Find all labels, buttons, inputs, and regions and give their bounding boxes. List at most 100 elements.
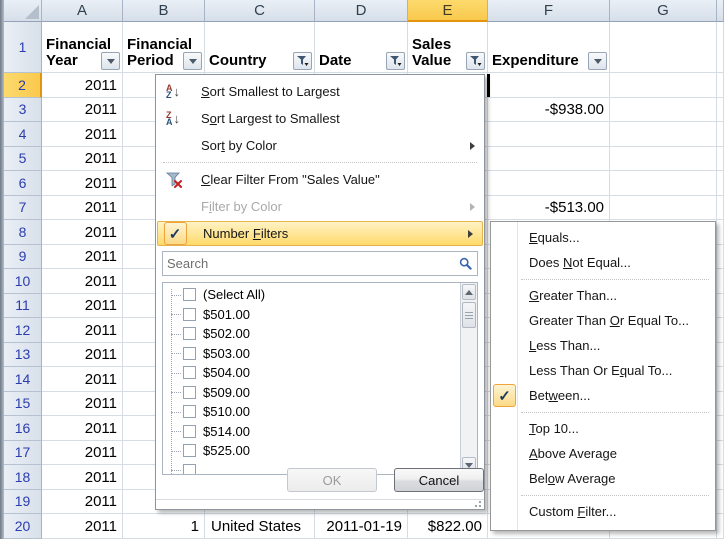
resize-grip-strip[interactable]: [156, 499, 484, 509]
cell-value-F7[interactable]: -$513.00: [488, 196, 610, 221]
row-header-18[interactable]: 18: [4, 465, 42, 490]
column-header-D[interactable]: D: [315, 0, 408, 22]
row-header-20[interactable]: 20: [4, 514, 42, 539]
list-scrollbar[interactable]: [460, 283, 477, 474]
cell-value-D20[interactable]: 2011-01-19: [315, 514, 408, 539]
dropdown-button-B[interactable]: [183, 52, 202, 70]
row-header-6[interactable]: 6: [4, 171, 42, 196]
filter-button-C[interactable]: [293, 52, 312, 70]
value-row-select-all[interactable]: (Select All): [163, 285, 460, 305]
cell-G6[interactable]: [610, 171, 717, 196]
checkbox-509-00[interactable]: [183, 386, 196, 399]
cell-value-A20[interactable]: 2011: [42, 514, 123, 539]
cell-value-A15[interactable]: 2011: [42, 392, 123, 417]
search-input[interactable]: [163, 256, 455, 271]
cell-value-F3[interactable]: -$938.00: [488, 98, 610, 123]
dropdown-button-F[interactable]: [588, 52, 607, 70]
cell-value-A14[interactable]: 2011: [42, 367, 123, 392]
value-row-514-00[interactable]: $514.00: [163, 422, 460, 442]
cancel-button[interactable]: Cancel: [394, 468, 484, 492]
cell-value-C20[interactable]: United States: [205, 514, 315, 539]
row-header-9[interactable]: 9: [4, 245, 42, 270]
magnifier-icon[interactable]: [455, 257, 477, 271]
scrollbar-thumb[interactable]: [462, 302, 476, 328]
submenu-item-below-average[interactable]: Below Average: [491, 466, 715, 491]
cell-G3[interactable]: [610, 98, 717, 123]
value-row-503-00[interactable]: $503.00: [163, 344, 460, 364]
cell-F4[interactable]: [488, 122, 610, 147]
cell-value-A4[interactable]: 2011: [42, 122, 123, 147]
row-header-17[interactable]: 17: [4, 441, 42, 466]
value-row-525-00[interactable]: $525.00: [163, 441, 460, 461]
cell-G2[interactable]: [610, 73, 717, 98]
cell-F6[interactable]: [488, 171, 610, 196]
cell-D1[interactable]: Date: [315, 22, 408, 73]
checkbox-504-00[interactable]: [183, 366, 196, 379]
submenu-item-greater-than-or-equal-to[interactable]: Greater Than Or Equal To...: [491, 308, 715, 333]
cell-A1[interactable]: Financial Year: [42, 22, 123, 73]
cell-value-A18[interactable]: 2011: [42, 465, 123, 490]
checkbox-525-00[interactable]: [183, 444, 196, 457]
cell-G1[interactable]: [610, 22, 717, 73]
submenu-item-less-than[interactable]: Less Than...: [491, 333, 715, 358]
cell-value-A11[interactable]: 2011: [42, 294, 123, 319]
checkbox-510-00[interactable]: [183, 405, 196, 418]
resize-grip[interactable]: [469, 501, 481, 507]
cell-value-A12[interactable]: 2011: [42, 318, 123, 343]
value-row-504-00[interactable]: $504.00: [163, 363, 460, 383]
row-header-1[interactable]: 1: [4, 22, 42, 73]
column-header-A[interactable]: A: [42, 0, 123, 22]
submenu-item-greater-than[interactable]: Greater Than...: [491, 283, 715, 308]
cell-C1[interactable]: Country: [205, 22, 315, 73]
value-row-502-00[interactable]: $502.00: [163, 324, 460, 344]
row-header-11[interactable]: 11: [4, 294, 42, 319]
cell-B1[interactable]: Financial Period: [123, 22, 205, 73]
cell-E1[interactable]: Sales Value: [408, 22, 488, 73]
row-header-5[interactable]: 5: [4, 147, 42, 172]
cell-F2[interactable]: [488, 73, 610, 98]
cell-value-A2[interactable]: 2011: [42, 73, 123, 98]
row-header-2[interactable]: 2: [4, 73, 42, 98]
value-row-501-00[interactable]: $501.00: [163, 305, 460, 325]
menu-item-sort-largest-to-smallest[interactable]: ZA↓Sort Largest to Smallest: [156, 105, 484, 132]
row-header-16[interactable]: 16: [4, 416, 42, 441]
row-header-4[interactable]: 4: [4, 122, 42, 147]
checkbox-502-00[interactable]: [183, 327, 196, 340]
checkbox-select-all[interactable]: [183, 288, 196, 301]
column-header-B[interactable]: B: [123, 0, 205, 22]
row-header-15[interactable]: 15: [4, 392, 42, 417]
submenu-item-does-not-equal[interactable]: Does Not Equal...: [491, 250, 715, 275]
select-all-corner[interactable]: [4, 0, 42, 22]
menu-item-clear-filter-from-sales-value[interactable]: Clear Filter From "Sales Value": [156, 166, 484, 193]
row-header-14[interactable]: 14: [4, 367, 42, 392]
row-header-13[interactable]: 13: [4, 343, 42, 368]
menu-item-sort-smallest-to-largest[interactable]: AZ↓Sort Smallest to Largest: [156, 78, 484, 105]
column-header-F[interactable]: F: [488, 0, 610, 22]
column-header-C[interactable]: C: [205, 0, 315, 22]
cell-G7[interactable]: [610, 196, 717, 221]
row-header-7[interactable]: 7: [4, 196, 42, 221]
menu-item-number-filters[interactable]: ✓Number Filters: [157, 221, 483, 246]
cell-value-A7[interactable]: 2011: [42, 196, 123, 221]
submenu-item-between[interactable]: ✓Between...: [491, 383, 715, 408]
checkbox-501-00[interactable]: [183, 308, 196, 321]
cell-value-A9[interactable]: 2011: [42, 245, 123, 270]
dropdown-button-A[interactable]: [101, 52, 120, 70]
cell-value-E20[interactable]: $822.00: [408, 514, 488, 539]
submenu-item-less-than-or-equal-to[interactable]: Less Than Or Equal To...: [491, 358, 715, 383]
cell-value-A13[interactable]: 2011: [42, 343, 123, 368]
cell-G5[interactable]: [610, 147, 717, 172]
row-header-8[interactable]: 8: [4, 220, 42, 245]
cell-value-A8[interactable]: 2011: [42, 220, 123, 245]
filter-button-D[interactable]: [386, 52, 405, 70]
filter-button-E[interactable]: [466, 52, 485, 70]
submenu-item-custom-filter[interactable]: Custom Filter...: [491, 499, 715, 524]
row-header-19[interactable]: 19: [4, 490, 42, 515]
cell-G4[interactable]: [610, 122, 717, 147]
scroll-up-icon[interactable]: [462, 284, 476, 300]
cell-value-A19[interactable]: 2011: [42, 490, 123, 515]
cell-value-A17[interactable]: 2011: [42, 441, 123, 466]
cell-value-B20[interactable]: 1: [123, 514, 205, 539]
row-header-10[interactable]: 10: [4, 269, 42, 294]
cell-value-A5[interactable]: 2011: [42, 147, 123, 172]
